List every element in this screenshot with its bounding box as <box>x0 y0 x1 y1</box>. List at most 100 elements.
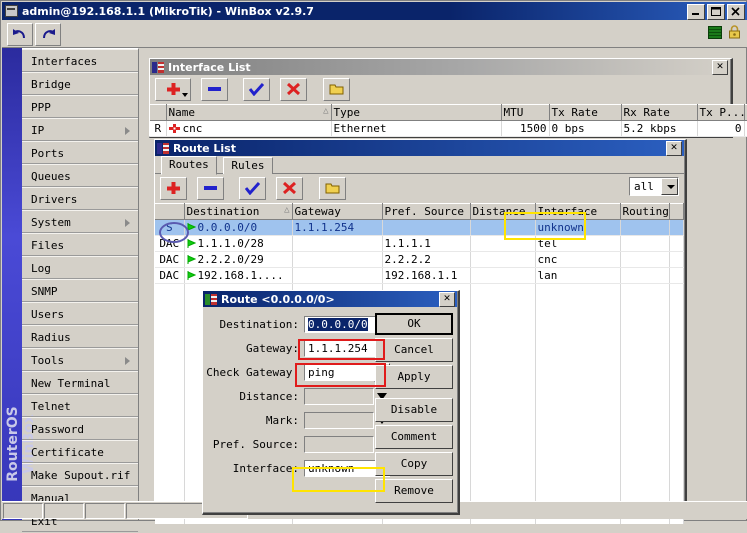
disable-button[interactable]: Disable <box>375 398 453 422</box>
interface-column-header[interactable]: Tx P... <box>697 105 744 121</box>
sidebar-item-drivers[interactable]: Drivers <box>22 187 138 210</box>
route-filter-dropdown-button[interactable] <box>661 178 678 195</box>
interface-column-header[interactable]: Name△ <box>166 105 331 121</box>
interface-list-close-button[interactable]: ✕ <box>712 60 728 75</box>
route-column-header[interactable]: Pref. Source <box>382 204 470 220</box>
copy-button[interactable]: Copy <box>375 452 453 476</box>
field-input-gateway[interactable]: 1.1.1.254 <box>304 340 376 357</box>
sidebar-item-users[interactable]: Users <box>22 302 138 325</box>
ok-button[interactable]: OK <box>375 313 453 335</box>
route-comment-button[interactable] <box>319 177 346 200</box>
route-column-header[interactable]: Distance <box>470 204 535 220</box>
route-cell-flags: DAC <box>155 268 184 284</box>
route-filter-combo[interactable]: all <box>629 177 679 196</box>
table-row[interactable]: S0.0.0.0/01.1.1.254unknown <box>155 220 684 236</box>
interface-add-button[interactable] <box>155 78 191 101</box>
sidebar-item-label: Log <box>31 262 51 275</box>
maximize-button[interactable] <box>707 4 725 20</box>
sidebar-item-bridge[interactable]: Bridge <box>22 72 138 95</box>
cell-value: R <box>154 122 161 135</box>
interface-disable-button[interactable] <box>280 78 307 101</box>
close-button[interactable] <box>727 4 745 20</box>
sidebar-item-new-terminal[interactable]: New Terminal <box>22 371 138 394</box>
sidebar-item-queues[interactable]: Queues <box>22 164 138 187</box>
route-enable-button[interactable] <box>239 177 266 200</box>
route-dialog-close-button[interactable]: ✕ <box>439 292 455 307</box>
interface-column-header[interactable]: MTU <box>501 105 549 121</box>
field-input-mark[interactable] <box>304 412 374 429</box>
field-input-pref-source[interactable] <box>304 436 374 453</box>
interface-column-header[interactable]: Rx Rate <box>621 105 697 121</box>
undo-button[interactable] <box>7 23 33 46</box>
route-cell-interface: unknown <box>535 220 620 236</box>
empty-cell <box>620 359 670 374</box>
table-row[interactable]: DAC2.2.2.0/292.2.2.2cnc <box>155 252 684 268</box>
route-column-header[interactable]: Gateway <box>292 204 382 220</box>
field-input-check-gateway[interactable]: ping <box>304 364 374 381</box>
interface-comment-button[interactable] <box>323 78 350 101</box>
empty-cell <box>470 359 535 374</box>
empty-cell <box>670 449 684 464</box>
empty-cell <box>470 374 535 389</box>
route-disable-button[interactable] <box>276 177 303 200</box>
interface-enable-button[interactable] <box>243 78 270 101</box>
route-column-header[interactable]: Destination△ <box>184 204 292 220</box>
sidebar-item-ip[interactable]: IP <box>22 118 138 141</box>
tab-rules[interactable]: Rules <box>223 157 272 174</box>
redo-button[interactable] <box>35 23 61 46</box>
sidebar-item-files[interactable]: Files <box>22 233 138 256</box>
route-add-button[interactable] <box>160 177 187 200</box>
field-input-distance[interactable] <box>304 388 374 405</box>
route-list-close-button[interactable]: ✕ <box>666 141 682 156</box>
apply-button[interactable]: Apply <box>375 365 453 389</box>
minus-blue-icon <box>203 181 218 195</box>
cancel-button[interactable]: Cancel <box>375 338 453 362</box>
tab-routes[interactable]: Routes <box>161 156 217 175</box>
route-window-icon <box>157 143 169 154</box>
route-column-header[interactable]: Interface <box>535 204 620 220</box>
empty-cell <box>470 329 535 344</box>
route-cell-interface: cnc <box>535 252 620 268</box>
empty-cell <box>470 284 535 300</box>
field-input-destination[interactable]: 0.0.0.0/0 <box>304 316 376 333</box>
route-remove-button[interactable] <box>197 177 224 200</box>
sidebar-item-make-supout-rif[interactable]: Make Supout.rif <box>22 463 138 486</box>
empty-cell <box>535 479 620 494</box>
interface-column-header[interactable]: Type <box>331 105 501 121</box>
interface-column-header[interactable] <box>150 105 166 121</box>
sidebar-brand-spine: RouterOS WinBox <box>2 48 22 520</box>
sidebar-item-interfaces[interactable]: Interfaces <box>22 49 138 72</box>
sidebar-item-password[interactable]: Password <box>22 417 138 440</box>
route-cell-routing_mark <box>620 236 670 252</box>
cell-value: 1.1.1.254 <box>295 221 355 234</box>
interface-cell-tx_packets: 0 <box>697 121 744 137</box>
table-row[interactable]: DAC192.168.1....192.168.1.1lan <box>155 268 684 284</box>
table-row[interactable]: RcncEthernet15000 bps5.2 kbps04 <box>150 121 747 137</box>
minimize-button[interactable] <box>687 4 705 20</box>
sidebar-item-ppp[interactable]: PPP <box>22 95 138 118</box>
empty-cell <box>535 299 620 314</box>
route-cell-distance <box>470 236 535 252</box>
interface-remove-button[interactable] <box>201 78 228 101</box>
table-row[interactable]: DAC1.1.1.0/281.1.1.1tel <box>155 236 684 252</box>
route-column-header[interactable]: Routing Mark <box>620 204 670 220</box>
sidebar-item-log[interactable]: Log <box>22 256 138 279</box>
cell-value: lan <box>538 269 558 282</box>
remove-button[interactable]: Remove <box>375 479 453 503</box>
sidebar-item-ports[interactable]: Ports <box>22 141 138 164</box>
route-column-header[interactable] <box>670 204 684 220</box>
sidebar-item-radius[interactable]: Radius <box>22 325 138 348</box>
interface-column-header[interactable]: Tx Rate <box>549 105 621 121</box>
column-label: Type <box>334 106 361 119</box>
comment-button[interactable]: Comment <box>375 425 453 449</box>
route-column-header[interactable] <box>155 204 184 220</box>
sidebar-item-telnet[interactable]: Telnet <box>22 394 138 417</box>
empty-cell <box>620 314 670 329</box>
sidebar-item-system[interactable]: System <box>22 210 138 233</box>
sidebar-item-snmp[interactable]: SNMP <box>22 279 138 302</box>
sidebar-item-tools[interactable]: Tools <box>22 348 138 371</box>
route-cell-pref_source: 192.168.1.1 <box>382 268 470 284</box>
sidebar-item-certificate[interactable]: Certificate <box>22 440 138 463</box>
button-label: OK <box>407 317 420 330</box>
interface-list-title: Interface List <box>168 61 251 74</box>
